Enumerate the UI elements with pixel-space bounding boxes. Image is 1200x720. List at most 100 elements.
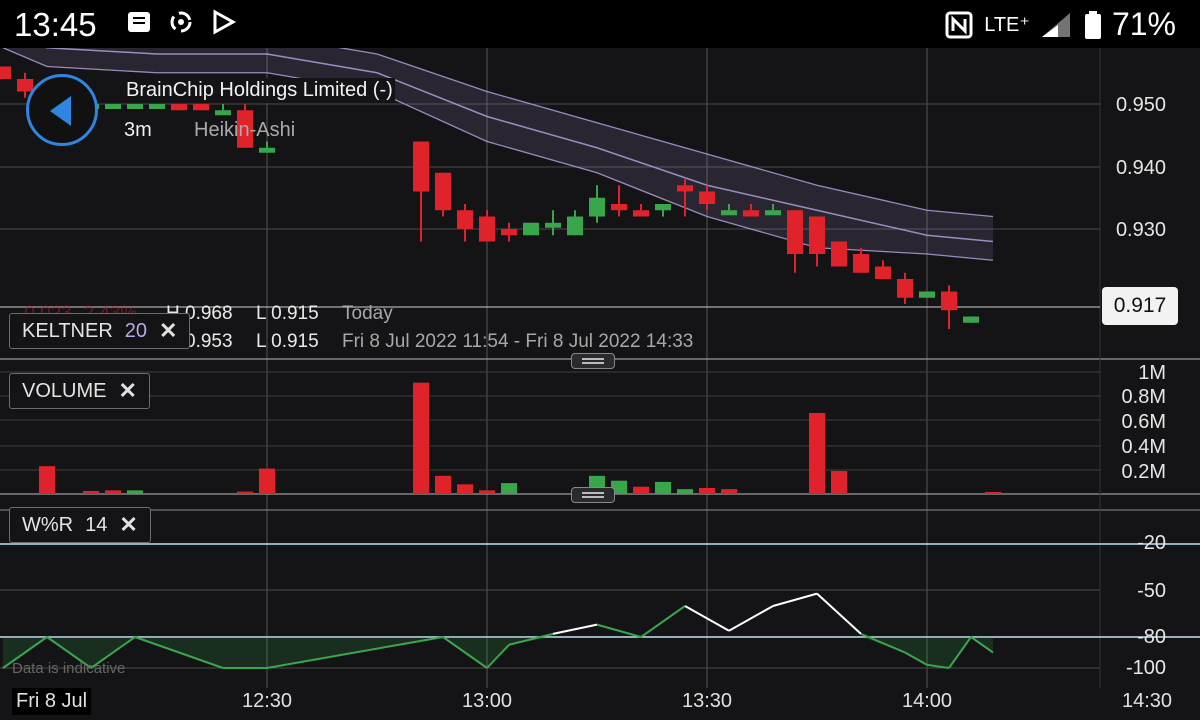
wr-indicator-chip[interactable]: W%R 14 ✕	[9, 507, 151, 543]
volume-bar	[985, 492, 1001, 494]
signal-icon	[1041, 12, 1070, 37]
status-bar: 13:45 LTE⁺ 71%	[0, 0, 1200, 48]
candle-body	[545, 222, 561, 228]
candle-body	[479, 216, 495, 242]
candle-body	[765, 210, 781, 216]
candle-body	[611, 204, 627, 211]
play-store-icon	[213, 9, 237, 35]
volume-bar	[479, 490, 495, 494]
candle-body	[589, 197, 605, 217]
message-icon	[128, 12, 150, 32]
interval-label[interactable]: 3m	[124, 119, 152, 142]
candle-body	[523, 222, 539, 236]
range-period: Fri 8 Jul 2022 11:54 - Fri 8 Jul 2022 14…	[342, 331, 694, 352]
volume-axis-label: 0.2M	[1121, 461, 1166, 483]
keltner-indicator-chip[interactable]: KELTNER 20 ✕	[9, 313, 191, 349]
back-arrow-icon	[50, 96, 71, 126]
volume-bar	[677, 489, 693, 494]
volume-axis-label: 1M	[1138, 362, 1166, 384]
candle-body	[457, 210, 473, 229]
wr-axis-label: -50	[1137, 580, 1166, 602]
volume-bar	[633, 486, 649, 494]
chart-canvas[interactable]	[0, 48, 1200, 720]
candle-body	[787, 210, 803, 254]
wr-axis-label: -100	[1125, 657, 1166, 679]
notification-icons	[125, 8, 237, 36]
date-label: Fri 8 Jul	[12, 688, 92, 715]
close-icon[interactable]: ✕	[119, 512, 137, 538]
back-button[interactable]	[26, 74, 98, 146]
volume-bar	[501, 483, 517, 494]
quote-low: L 0.915	[256, 303, 319, 324]
pane-resize-handle[interactable]	[571, 487, 615, 503]
instrument-title: BrainChip Holdings Limited (-)	[124, 78, 395, 103]
candle-body	[501, 229, 517, 236]
volume-axis-label: 0.6M	[1121, 411, 1166, 433]
candle-body	[919, 291, 935, 298]
candle-body	[853, 254, 869, 273]
keltner-param: 20	[124, 319, 148, 342]
pane-resize-handle[interactable]	[571, 353, 615, 369]
wr-label: W%R	[22, 513, 74, 536]
candle-body	[809, 216, 825, 254]
status-time: 13:45	[14, 6, 97, 43]
wr-line-segment	[816, 592, 862, 635]
price-axis-label: 0.930	[1115, 219, 1166, 241]
wr-line-segment	[640, 605, 686, 638]
price-axis-label: 0.950	[1115, 94, 1166, 116]
close-icon[interactable]: ✕	[159, 318, 177, 344]
keltner-label: KELTNER	[22, 319, 113, 342]
time-axis-label: 14:30	[1122, 690, 1173, 712]
candle-body	[215, 110, 231, 116]
candle-body	[897, 279, 913, 298]
quote-period: Today	[342, 303, 393, 324]
candle-body	[149, 104, 165, 109]
candle-body	[721, 210, 737, 216]
data-indicative-note: Data is indicative	[12, 660, 126, 677]
volume-axis-label: 0.4M	[1121, 436, 1166, 458]
volume-bar	[259, 468, 275, 494]
battery-percent: 71%	[1111, 6, 1176, 42]
candle-body	[875, 266, 891, 279]
volume-bar	[83, 490, 99, 494]
wr-line-segment	[772, 592, 818, 607]
candle-body	[677, 185, 693, 192]
candle-body	[941, 291, 957, 311]
volume-bar	[721, 489, 737, 494]
candle-body	[0, 66, 11, 79]
candle-body	[171, 104, 187, 111]
candle-body	[435, 172, 451, 211]
wr-line-segment	[596, 623, 642, 638]
volume-label: VOLUME	[22, 379, 107, 402]
close-icon[interactable]: ✕	[118, 378, 136, 404]
volume-bar	[699, 487, 715, 494]
candle-body	[259, 147, 275, 153]
time-axis-label: 13:00	[462, 690, 513, 712]
wr-oversold-fill	[3, 637, 993, 668]
candle-body	[567, 216, 583, 236]
volume-bar	[831, 471, 847, 494]
candle-body	[831, 241, 847, 267]
volume-bar	[413, 382, 429, 494]
candle-body	[655, 204, 671, 211]
spiral-icon	[170, 11, 192, 33]
candle-body	[105, 104, 121, 109]
volume-bar	[655, 481, 671, 494]
volume-bars	[39, 382, 1001, 494]
candle-body	[127, 104, 143, 109]
volume-axis-label: 0.8M	[1121, 386, 1166, 408]
candle-body	[633, 210, 649, 217]
status-right: LTE⁺ 71%	[944, 6, 1176, 43]
chart-type-label[interactable]: Heikin-Ashi	[194, 119, 295, 142]
volume-bar	[435, 475, 451, 494]
nfc-icon	[945, 11, 973, 38]
wr-axis-label: -20	[1137, 532, 1166, 554]
price-axis-label: 0.940	[1115, 157, 1166, 179]
volume-indicator-chip[interactable]: VOLUME ✕	[9, 373, 150, 409]
battery-icon	[1084, 10, 1101, 39]
wr-param: 14	[85, 513, 108, 536]
time-axis-label: 12:30	[242, 690, 293, 712]
wr-axis-label: -80	[1137, 626, 1166, 648]
volume-bar	[39, 466, 55, 494]
volume-bar	[457, 484, 473, 494]
